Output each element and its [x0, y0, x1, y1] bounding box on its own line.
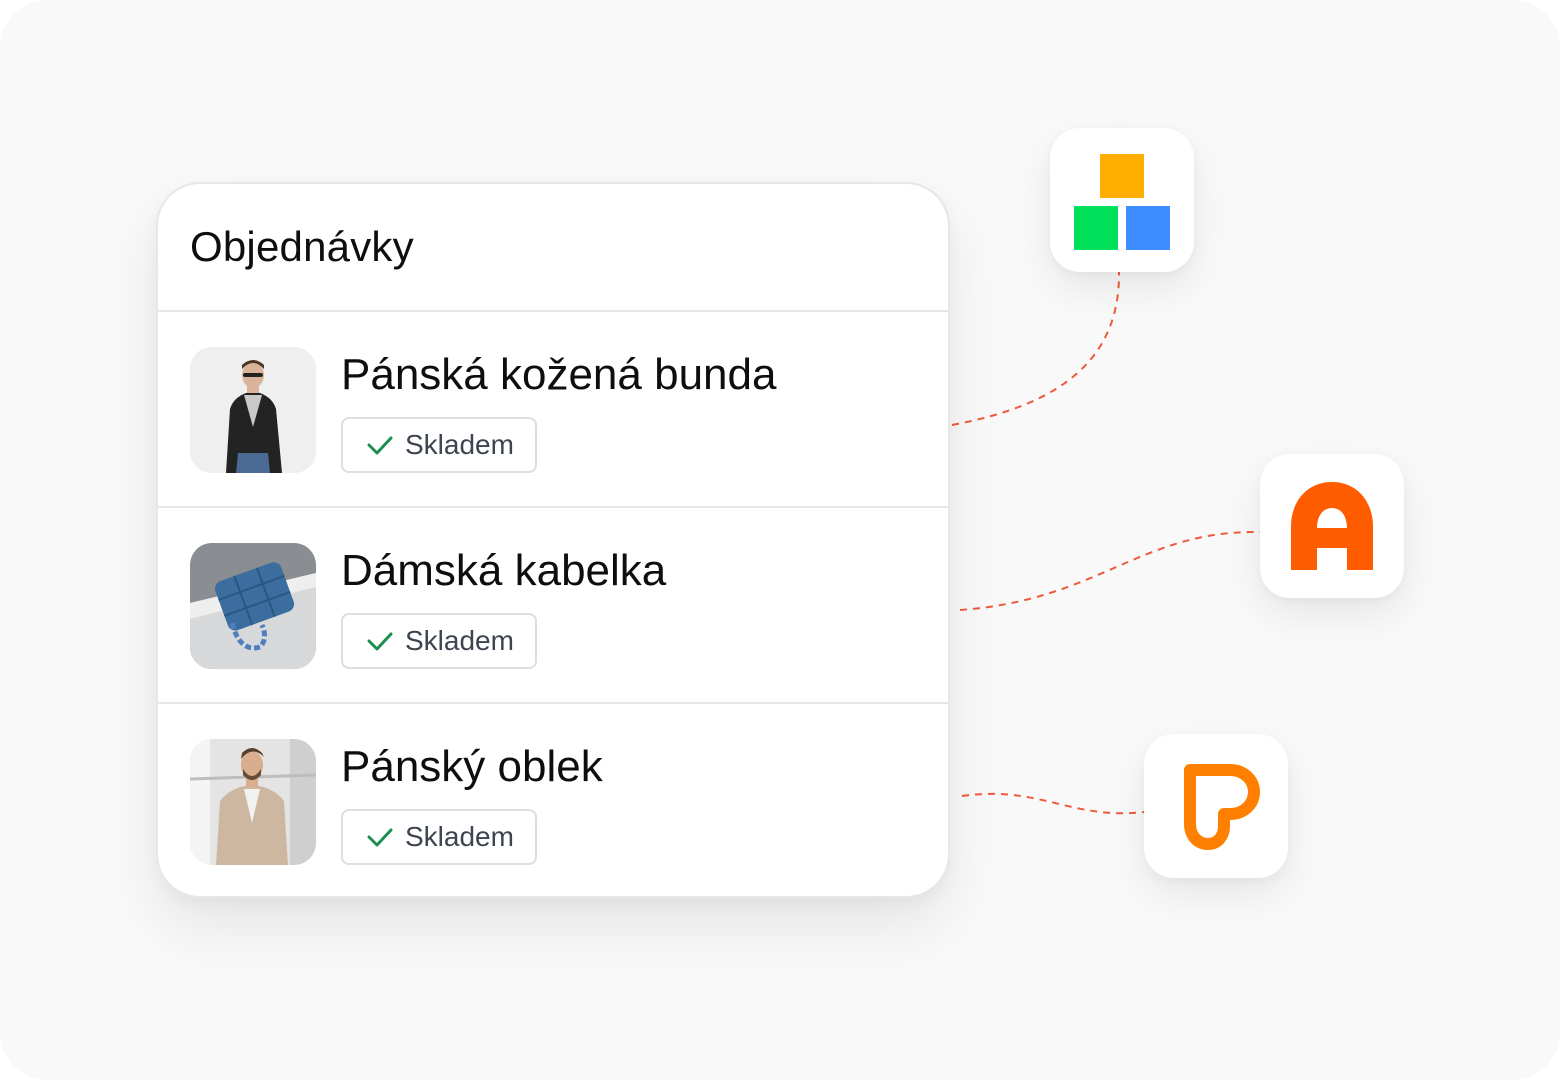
letter-a-logo-icon: [1291, 482, 1373, 570]
product-name: Dámská kabelka: [341, 546, 667, 595]
stock-status-badge: Skladem: [341, 417, 537, 473]
checkmark-icon: [367, 828, 393, 847]
womens-handbag-photo: [190, 543, 316, 669]
orders-card-header: Objednávky: [158, 184, 948, 312]
connector-line-heart: [961, 792, 1145, 815]
orders-card: Objednávky Pánská kožená bunda Skladem D…: [156, 182, 950, 898]
stock-status-badge: Skladem: [341, 613, 537, 669]
stock-status-label: Skladem: [405, 821, 514, 852]
order-row[interactable]: Pánská kožená bunda Skladem: [158, 312, 948, 508]
heart-p-logo-icon: [1184, 764, 1260, 850]
checkmark-icon: [367, 632, 393, 651]
order-row[interactable]: Dámská kabelka Skladem: [158, 508, 948, 704]
mens-leather-jacket-photo: [190, 347, 316, 473]
order-row[interactable]: Pánský oblek Skladem: [158, 704, 948, 896]
stock-status-label: Skladem: [405, 429, 514, 460]
integration-tile-a[interactable]: [1260, 454, 1404, 598]
product-name: Pánská kožená bunda: [341, 350, 777, 399]
connector-line-a: [959, 530, 1261, 611]
integration-tile-heart[interactable]: [1144, 734, 1288, 878]
stock-status-badge: Skladem: [341, 809, 537, 865]
integration-tile-blocks[interactable]: [1050, 128, 1194, 272]
checkmark-icon: [367, 436, 393, 455]
stock-status-label: Skladem: [405, 625, 514, 656]
mens-suit-photo: [190, 739, 316, 865]
orders-card-title: Objednávky: [190, 223, 414, 270]
product-thumbnail: [190, 347, 316, 473]
blocks-logo-icon: [1074, 154, 1170, 250]
product-thumbnail: [190, 543, 316, 669]
product-thumbnail: [190, 739, 316, 865]
connector-line-blocks: [951, 271, 1121, 426]
product-name: Pánský oblek: [341, 742, 603, 791]
